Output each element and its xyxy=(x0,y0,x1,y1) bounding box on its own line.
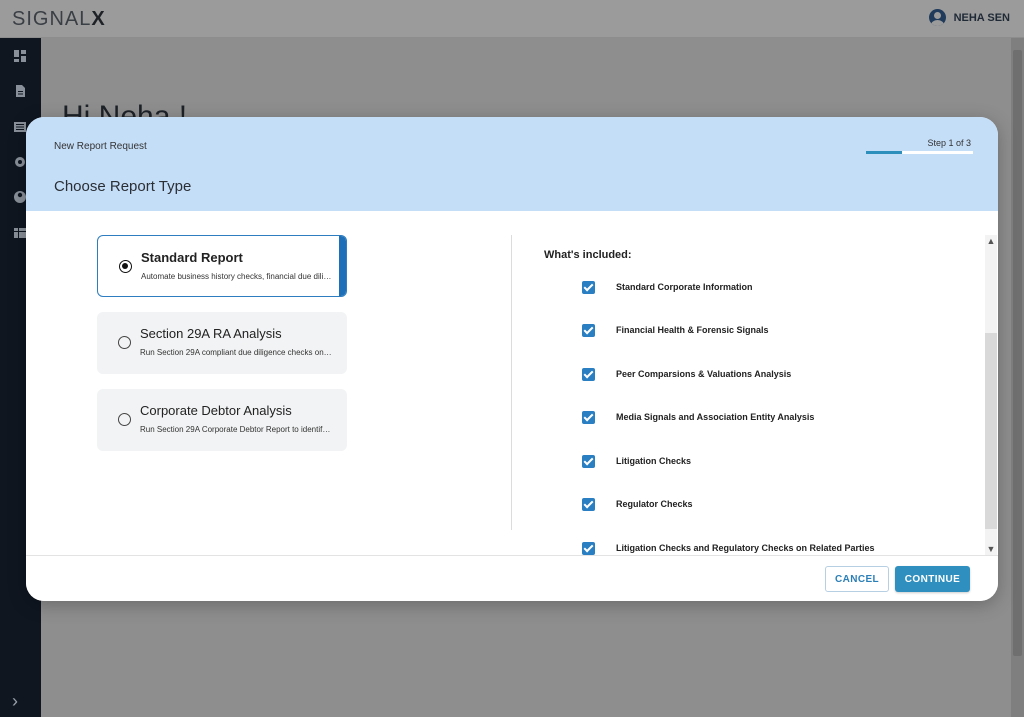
radio-unselected-icon[interactable] xyxy=(118,336,131,349)
option-corporate-debtor-analysis[interactable]: Corporate Debtor Analysis Run Section 29… xyxy=(97,389,347,451)
included-item-label: Litigation Checks and Regulatory Checks … xyxy=(616,543,875,553)
included-item: Litigation Checks xyxy=(582,454,691,468)
scroll-down-icon[interactable]: ▼ xyxy=(985,543,997,555)
logo-text: SIGNAL xyxy=(12,8,92,30)
checkbox-checked-icon[interactable] xyxy=(582,541,595,555)
vertical-divider xyxy=(511,235,512,530)
document-icon[interactable] xyxy=(13,84,27,98)
modal-title: Choose Report Type xyxy=(54,178,192,195)
option-title: Corporate Debtor Analysis xyxy=(140,403,292,418)
checkbox-checked-icon[interactable] xyxy=(582,323,595,337)
user-menu[interactable]: NEHA SEN xyxy=(928,9,1010,26)
scroll-up-icon[interactable]: ▲ xyxy=(985,235,997,247)
app-logo[interactable]: SIGNALX xyxy=(12,8,106,31)
modal-footer: CANCEL CONTINUE xyxy=(26,555,998,601)
modal-body: Standard Report Automate business histor… xyxy=(26,211,998,555)
cancel-button[interactable]: CANCEL xyxy=(825,566,889,592)
radio-unselected-icon[interactable] xyxy=(118,413,131,426)
account-circle-icon xyxy=(928,9,946,26)
checkbox-checked-icon[interactable] xyxy=(582,367,595,381)
included-item-label: Standard Corporate Information xyxy=(616,282,753,292)
option-standard-report[interactable]: Standard Report Automate business histor… xyxy=(97,235,347,297)
checkbox-checked-icon[interactable] xyxy=(582,454,595,468)
radio-selected-icon[interactable] xyxy=(119,260,132,273)
user-name: NEHA SEN xyxy=(953,11,1010,24)
option-title: Section 29A RA Analysis xyxy=(140,326,282,341)
option-description: Run Section 29A Corporate Debtor Report … xyxy=(140,425,332,434)
option-section-29a-ra-analysis[interactable]: Section 29A RA Analysis Run Section 29A … xyxy=(97,312,347,374)
included-item: Standard Corporate Information xyxy=(582,280,753,294)
included-scrollbar-thumb[interactable] xyxy=(985,333,997,529)
top-bar: SIGNALX NEHA SEN xyxy=(0,0,1024,38)
included-item: Media Signals and Association Entity Ana… xyxy=(582,410,814,424)
included-heading: What's included: xyxy=(544,249,632,261)
gear-icon[interactable] xyxy=(13,155,27,169)
option-title: Standard Report xyxy=(141,250,243,265)
included-item: Financial Health & Forensic Signals xyxy=(582,323,769,337)
logo-x: X xyxy=(91,8,106,30)
option-description: Automate business history checks, financ… xyxy=(141,272,333,281)
dashboard-icon[interactable] xyxy=(13,49,27,63)
modal-kicker: New Report Request xyxy=(54,141,147,152)
included-item: Litigation Checks and Regulatory Checks … xyxy=(582,541,875,555)
step-indicator: Step 1 of 3 xyxy=(927,138,971,148)
included-item: Regulator Checks xyxy=(582,497,693,511)
included-item-label: Litigation Checks xyxy=(616,456,692,466)
included-item-label: Media Signals and Association Entity Ana… xyxy=(616,412,815,422)
included-item-label: Peer Comparsions & Valuations Analysis xyxy=(616,369,792,379)
included-item: Peer Comparsions & Valuations Analysis xyxy=(582,367,791,381)
continue-button[interactable]: CONTINUE xyxy=(895,566,970,592)
modal-header: New Report Request Choose Report Type St… xyxy=(26,117,998,211)
option-description: Run Section 29A compliant due diligence … xyxy=(140,348,332,357)
checkbox-checked-icon[interactable] xyxy=(582,280,595,294)
step-progress-fill xyxy=(866,151,903,154)
new-report-modal: New Report Request Choose Report Type St… xyxy=(26,117,998,601)
checkbox-checked-icon[interactable] xyxy=(582,410,595,424)
list-icon[interactable] xyxy=(13,120,27,134)
account-icon[interactable] xyxy=(13,190,27,204)
page-scrollbar-thumb[interactable] xyxy=(1013,50,1022,656)
included-item-label: Financial Health & Forensic Signals xyxy=(616,325,769,335)
included-item-label: Regulator Checks xyxy=(616,499,693,509)
checkbox-checked-icon[interactable] xyxy=(582,497,595,511)
chevron-right-icon[interactable]: › xyxy=(12,692,28,710)
step-progress-bar xyxy=(866,151,973,154)
table-icon[interactable] xyxy=(13,226,27,240)
